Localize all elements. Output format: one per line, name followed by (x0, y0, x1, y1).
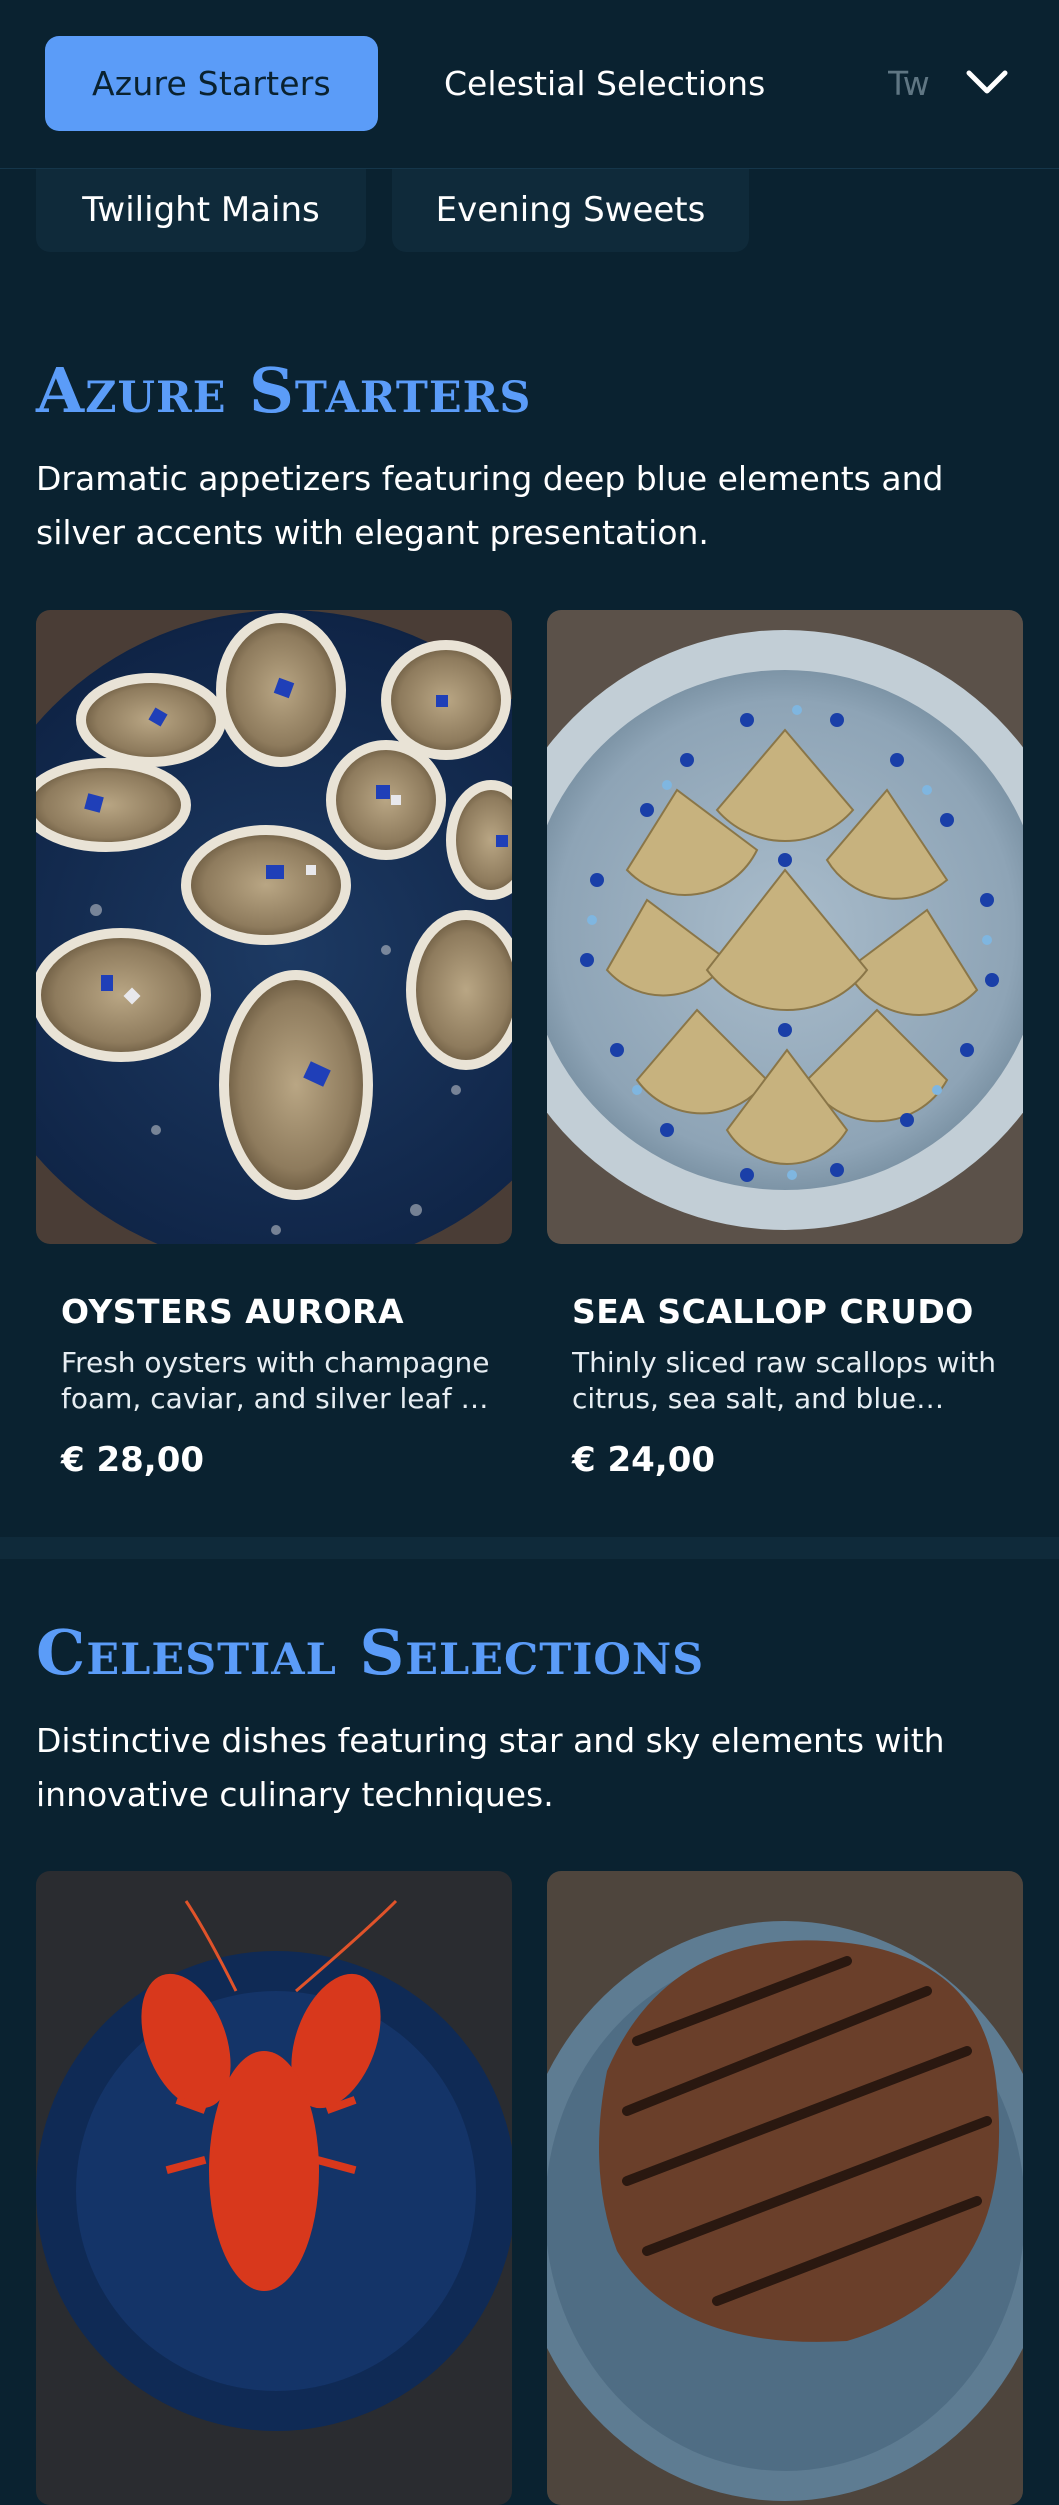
tab-twilight-partial[interactable]: Tw (888, 36, 940, 131)
menu-item-price: € 28,00 (61, 1440, 205, 1480)
category-nav: Azure Starters Celestial Selections Tw (0, 0, 1059, 169)
menu-item-name: OYSTERS AURORA (61, 1292, 404, 1331)
oysters-image (36, 610, 512, 1244)
tab-celestial-selections[interactable]: Celestial Selections (444, 36, 765, 131)
section-description: Dramatic appetizers featuring deep blue … (36, 459, 944, 552)
category-subnav: Twilight Mains Evening Sweets (0, 168, 1059, 258)
tab-twilight-mains[interactable]: Twilight Mains (36, 168, 366, 252)
tab-evening-sweets[interactable]: Evening Sweets (392, 168, 749, 252)
menu-item-card[interactable] (547, 1871, 1023, 2505)
tab-azure-starters[interactable]: Azure Starters (45, 36, 378, 131)
menu-item-card[interactable]: OYSTERS AURORA Fresh oysters with champa… (36, 610, 512, 1510)
menu-item-card[interactable]: SEA SCALLOP CRUDO Thinly sliced raw scal… (547, 610, 1023, 1510)
section-title: Celestial Selections (36, 1616, 705, 1689)
section-description: Distinctive dishes featuring star and sk… (36, 1721, 945, 1814)
section-divider (0, 1537, 1059, 1559)
section-title: Azure Starters (36, 354, 532, 427)
menu-item-description: Fresh oysters with champagne foam, cavia… (61, 1346, 496, 1415)
menu-item-description: Thinly sliced raw scallops with citrus, … (572, 1346, 997, 1415)
steak-image (547, 1871, 1023, 2505)
scallop-crudo-image (547, 610, 1023, 1244)
menu-item-name: SEA SCALLOP CRUDO (572, 1292, 974, 1331)
menu-item-price: € 24,00 (572, 1440, 716, 1480)
lobster-image (36, 1871, 512, 2505)
chevron-down-icon[interactable] (957, 58, 1017, 108)
menu-item-card[interactable] (36, 1871, 512, 2505)
